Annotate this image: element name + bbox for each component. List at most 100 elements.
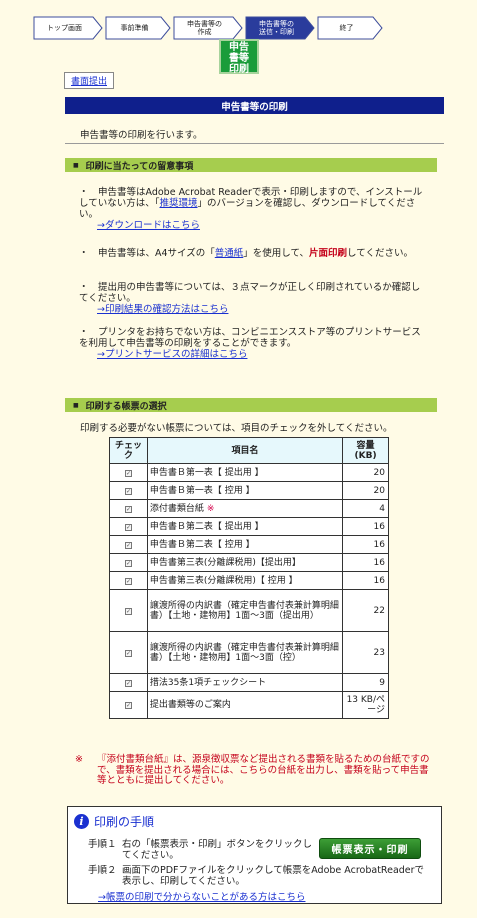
form-row-size: 9: [342, 673, 389, 692]
step-prep: 事前準備: [105, 16, 171, 40]
form-row-name: 申告書Ｂ第一表【 提出用 】: [146, 463, 344, 482]
form-row-name: 譲渡所得の内訳書（確定申告書付表兼計算明細書）【土地・建物用】1面～3面（控）: [146, 631, 344, 674]
checkbox-checked-icon[interactable]: ✓: [124, 505, 132, 513]
checkbox-checked-icon[interactable]: ✓: [124, 679, 132, 687]
intro-text: 申告書等の印刷を行います。: [80, 130, 203, 141]
form-row-check-cell: ✓: [109, 481, 148, 500]
checkbox-checked-icon[interactable]: ✓: [124, 702, 132, 709]
forms-section-header: ■ 印刷する帳票の選択: [65, 398, 437, 412]
step-finish: 終了: [317, 16, 383, 40]
recommended-env-link[interactable]: 推奨環境: [159, 198, 197, 209]
form-row-name: 措法35条1項チェックシート: [146, 673, 344, 692]
step-label: トップ画面: [47, 24, 82, 32]
form-row: ✓ 申告書Ｂ第一表【 提出用 】 20: [109, 463, 389, 482]
col-name: 項目名: [146, 437, 344, 464]
notes-section-title: 印刷に当たっての留意事項: [85, 161, 194, 172]
footnote-mark: ※: [75, 754, 83, 765]
form-row-name: 提出書類等のご案内: [146, 691, 344, 719]
procedure-step-1: 手順１ 右の「帳票表示・印刷」ボタンをクリックしてください。: [88, 839, 313, 861]
form-row-name: 申告書Ｂ第二表【 控用 】: [146, 535, 344, 554]
form-row-size: 16: [342, 517, 389, 536]
form-row: ✓ 添付書類台紙 ※ 4: [109, 499, 389, 518]
procedure-title: 印刷の手順: [94, 815, 155, 829]
form-row-check-cell: ✓: [109, 535, 148, 554]
col-size: 容量 (KB): [342, 437, 389, 464]
print-service-link[interactable]: →プリントサービスの詳細はこちら: [79, 349, 429, 360]
square-bullet-icon: ■: [73, 401, 79, 409]
form-row-size: 13 KB/ページ: [342, 691, 389, 719]
form-row-name: 添付書類台紙 ※: [146, 499, 344, 518]
info-circle-icon: i: [74, 814, 89, 829]
download-link[interactable]: →ダウンロードはこちら: [79, 220, 429, 231]
step-label: 申告書等の 作成: [187, 20, 222, 36]
form-row-mark: ※: [206, 503, 215, 514]
square-bullet-icon: ■: [73, 161, 79, 169]
step-send-print: 申告書等の 送信・印刷: [245, 16, 315, 40]
forms-table: チェック 項目名 容量 (KB) ✓ 申告書Ｂ第一表【 提出用 】 20 ✓ 申告書Ｂ第…: [109, 437, 389, 719]
form-row: ✓ 譲渡所得の内訳書（確定申告書付表兼計算明細書）【土地・建物用】1面～3面（控）…: [109, 631, 389, 674]
form-row-check-cell: ✓: [109, 517, 148, 536]
form-row-name: 申告書Ｂ第一表【 控用 】: [146, 481, 344, 500]
checkbox-checked-icon[interactable]: ✓: [124, 559, 132, 567]
print-forms-button[interactable]: 帳票表示・印刷: [319, 838, 421, 859]
checkbox-checked-icon[interactable]: ✓: [124, 487, 132, 495]
form-row-check-cell: ✓: [109, 553, 148, 572]
form-row-name: 申告書第三表(分離課税用)【 控用 】: [146, 571, 344, 590]
form-row: ✓ 申告書Ｂ第一表【 控用 】 20: [109, 481, 389, 500]
page-title: 申告書等の印刷: [65, 97, 444, 114]
form-row-size: 4: [342, 499, 389, 518]
form-row-size: 16: [342, 535, 389, 554]
form-row-size: 22: [342, 589, 389, 632]
forms-lead-text: 印刷する必要がない帳票については、項目のチェックを外してください。: [80, 423, 393, 434]
forms-section-title: 印刷する帳票の選択: [85, 401, 167, 412]
checkbox-checked-icon[interactable]: ✓: [124, 523, 132, 531]
footnote: ※ 『添付書類台紙』は、源泉徴収票など提出される書類を貼るための台紙ですので、書…: [75, 754, 435, 787]
plain-paper-link[interactable]: 普通紙: [215, 248, 244, 259]
current-step-marker: 申告 書等 印刷: [219, 39, 259, 75]
note-paper: ・ 申告書等は、A4サイズの「普通紙」を使用して、片面印刷してください。: [79, 248, 413, 259]
notes-section-header: ■ 印刷に当たっての留意事項: [65, 158, 437, 172]
paper-submit-button[interactable]: 書面提出: [64, 72, 114, 89]
form-row-name: 申告書Ｂ第二表【 提出用 】: [146, 517, 344, 536]
form-row-check-cell: ✓: [109, 571, 148, 590]
checkbox-checked-icon[interactable]: ✓: [124, 649, 132, 657]
step-progress: トップ画面 事前準備 申告書等の 作成 申告書等の 送信・印刷 終了: [33, 14, 393, 42]
step-top: トップ画面: [33, 16, 103, 40]
form-row-check-cell: ✓: [109, 673, 148, 692]
note-three-marks: ・ 提出用の申告書等については、３点マークが正しく印刷されているか確認してくださ…: [79, 282, 429, 315]
procedure-header: i 印刷の手順: [74, 813, 154, 830]
form-row-check-cell: ✓: [109, 463, 148, 482]
form-row: ✓ 措法35条1項チェックシート 9: [109, 673, 389, 692]
checkbox-checked-icon[interactable]: ✓: [124, 607, 132, 615]
form-row-size: 16: [342, 571, 389, 590]
form-row-size: 16: [342, 553, 389, 572]
print-check-link[interactable]: →印刷結果の確認方法はこちら: [79, 304, 429, 315]
print-help-link[interactable]: →帳票の印刷で分からないことがある方はこちら: [98, 889, 305, 903]
form-row-size: 20: [342, 481, 389, 500]
form-row: ✓ 申告書Ｂ第二表【 提出用 】 16: [109, 517, 389, 536]
note-acrobat: ・ 申告書等はAdobe Acrobat Readerで表示・印刷しますので、イ…: [79, 187, 429, 231]
form-row: ✓ 申告書第三表(分離課税用)【提出用】 16: [109, 553, 389, 572]
form-row-size: 23: [342, 631, 389, 674]
print-procedure-box: i 印刷の手順 手順１ 右の「帳票表示・印刷」ボタンをクリックしてください。 帳…: [67, 806, 442, 904]
col-check: チェック: [109, 437, 148, 464]
footnote-text: 『添付書類台紙』は、源泉徴収票など提出される書類を貼るための台紙ですので、書類を…: [97, 754, 430, 786]
checkbox-checked-icon[interactable]: ✓: [124, 469, 132, 477]
form-row-check-cell: ✓: [109, 499, 148, 518]
step-create: 申告書等の 作成: [173, 16, 243, 40]
form-row: ✓ 提出書類等のご案内 13 KB/ページ: [109, 691, 389, 719]
form-row-name: 申告書第三表(分離課税用)【提出用】: [146, 553, 344, 572]
current-step-marker-label: 申告 書等 印刷: [229, 42, 249, 75]
form-row-check-cell: ✓: [109, 589, 148, 632]
paper-submit-label: 書面提出: [70, 77, 107, 87]
form-row: ✓ 譲渡所得の内訳書（確定申告書付表兼計算明細書）【土地・建物用】1面～3面（提出…: [109, 589, 389, 632]
checkbox-checked-icon[interactable]: ✓: [124, 577, 132, 585]
divider: [65, 143, 444, 144]
form-row-check-cell: ✓: [109, 691, 148, 719]
note-print-service: ・ プリンタをお持ちでない方は、コンビニエンスストア等のプリントサービスを利用し…: [79, 327, 429, 360]
checkbox-checked-icon[interactable]: ✓: [124, 541, 132, 549]
form-row-size: 20: [342, 463, 389, 482]
form-row-name: 譲渡所得の内訳書（確定申告書付表兼計算明細書）【土地・建物用】1面～3面（提出用…: [146, 589, 344, 632]
step-label: 申告書等の 送信・印刷: [259, 20, 294, 36]
form-row-check-cell: ✓: [109, 631, 148, 674]
